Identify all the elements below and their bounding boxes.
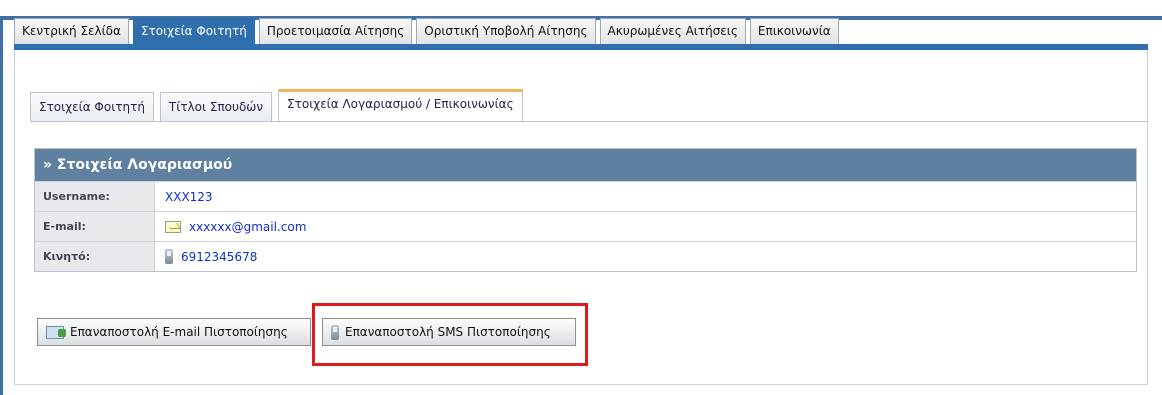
resend-email-label: Επαναποστολή E-mail Πιστοποίησης (70, 325, 288, 339)
username-value: XXX123 (165, 189, 213, 204)
email-value-cell: xxxxxx@gmail.com (155, 212, 1136, 241)
sub-tab-divider (30, 121, 1148, 122)
email-value[interactable]: xxxxxx@gmail.com (189, 212, 306, 242)
username-label: Username: (35, 182, 155, 211)
highlight-box (312, 303, 588, 366)
subtab-account-contact[interactable]: Στοιχεία Λογαριασμού / Επικοινωνίας (278, 89, 523, 122)
tab-cancelled-applications[interactable]: Ακυρωμένες Αιτήσεις (599, 18, 746, 44)
tab-application-prep[interactable]: Προετοιμασία Αίτησης (258, 18, 413, 44)
sub-tabs: Στοιχεία Φοιτητή Τίτλοι Σπουδών Στοιχεία… (30, 89, 529, 122)
mobile-label: Κινητό: (35, 242, 155, 271)
top-band (0, 0, 1162, 16)
tab-final-submission[interactable]: Οριστική Υποβολή Αίτησης (416, 18, 596, 44)
email-send-icon (46, 325, 66, 339)
tab-home[interactable]: Κεντρική Σελίδα (14, 18, 129, 44)
mobile-phone-icon[interactable] (165, 249, 173, 264)
main-tabs: Κεντρική Σελίδα Στοιχεία Φοιτητή Προετοι… (14, 18, 843, 44)
tab-contact[interactable]: Επικοινωνία (749, 18, 839, 44)
email-label: E-mail: (35, 212, 155, 241)
subtab-degrees[interactable]: Τίτλοι Σπουδών (159, 92, 273, 122)
mobile-value[interactable]: 6912345678 (181, 242, 257, 272)
account-details-box: » Στοιχεία Λογαριασμού Username: XXX123 … (34, 148, 1137, 272)
mobile-row: Κινητό: 6912345678 (35, 241, 1136, 271)
mobile-value-cell: 6912345678 (155, 242, 1136, 271)
tab-student-details[interactable]: Στοιχεία Φοιτητή (132, 18, 255, 44)
resend-email-verification-button[interactable]: Επαναποστολή E-mail Πιστοποίησης (37, 318, 311, 346)
username-row: Username: XXX123 (35, 181, 1136, 211)
mail-edit-icon[interactable] (165, 220, 181, 233)
email-row: E-mail: xxxxxx@gmail.com (35, 211, 1136, 241)
account-section-title: » Στοιχεία Λογαριασμού (35, 149, 1136, 181)
subtab-student-details[interactable]: Στοιχεία Φοιτητή (30, 92, 154, 122)
